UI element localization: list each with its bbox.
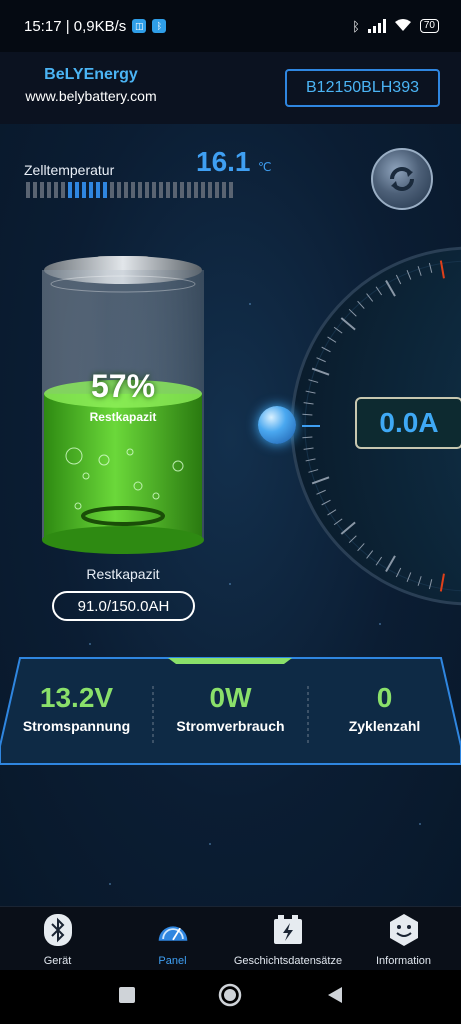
temperature-segment xyxy=(131,182,135,198)
temperature-segment xyxy=(201,182,205,198)
nav-label: Geschichtsdatensätze xyxy=(233,955,343,967)
battery-capacity-value: 91.0/150.0AH xyxy=(52,591,195,621)
nav-item-geraet[interactable]: Gerät xyxy=(0,907,115,971)
bluetooth-status-icon: ᛒ xyxy=(352,18,360,34)
battery-percent-label: Restkapazit xyxy=(89,410,157,424)
nav-item-information[interactable]: Information xyxy=(346,907,461,971)
temperature-segment xyxy=(229,182,233,198)
temperature-segment xyxy=(187,182,191,198)
battery-history-icon xyxy=(271,913,305,947)
temperature-segment xyxy=(82,182,86,198)
gauge-needle-knob xyxy=(258,406,296,444)
temperature-segment xyxy=(110,182,114,198)
signal-icon xyxy=(367,19,386,33)
battery-capacity-label: Restkapazit xyxy=(86,566,160,582)
gauge-tick xyxy=(302,436,313,439)
info-face-icon xyxy=(387,913,421,947)
voltage-value: 13.2V xyxy=(39,682,114,713)
current-readout: 0.0A xyxy=(355,397,461,449)
bottom-nav: Gerät Panel Geschichtsdatensätze Informa… xyxy=(0,906,461,970)
temperature-segment xyxy=(152,182,156,198)
nav-item-history[interactable]: Geschichtsdatensätze xyxy=(230,907,346,971)
temperature-segment xyxy=(96,182,100,198)
nav-item-panel[interactable]: Panel xyxy=(115,907,230,971)
temperature-label: Zelltemperatur xyxy=(24,162,115,178)
battery-percent: 57% xyxy=(90,368,156,404)
temperature-segment xyxy=(166,182,170,198)
temperature-segment xyxy=(61,182,65,198)
temperature-segment xyxy=(103,182,107,198)
back-button[interactable] xyxy=(326,986,344,1009)
voltage-label: Stromspannung xyxy=(22,718,131,734)
app-header: BeLYEnergy www.belybattery.com B12150BLH… xyxy=(0,52,461,124)
temperature-segment xyxy=(33,182,37,198)
temperature-segment xyxy=(194,182,198,198)
temperature-segment xyxy=(138,182,142,198)
temperature-segment xyxy=(173,182,177,198)
temperature-segment xyxy=(215,182,219,198)
brand-url[interactable]: www.belybattery.com xyxy=(18,88,164,104)
status-time: 15:17 | 0,9KB/s xyxy=(24,17,127,35)
brand-name: BeLYEnergy xyxy=(44,66,138,83)
device-id-button[interactable]: B12150BLH393 xyxy=(285,69,440,107)
battery-level-graphic xyxy=(42,256,204,554)
temperature-segment xyxy=(75,182,79,198)
temperature-segment xyxy=(89,182,93,198)
temperature-segment xyxy=(145,182,149,198)
recent-apps-button[interactable] xyxy=(118,986,136,1009)
brand: BeLYEnergy www.belybattery.com xyxy=(18,66,164,104)
temperature-segment xyxy=(26,182,30,198)
temperature-value: 16.1 xyxy=(196,146,251,177)
dashboard-panel: Zelltemperatur 16.1 ℃ 0.0A 57% Restkapaz… xyxy=(0,124,461,906)
cycles-label: Zyklenzahl xyxy=(348,718,421,734)
power-value: 0W xyxy=(209,682,252,713)
refresh-button[interactable] xyxy=(371,148,433,210)
temperature-segment xyxy=(47,182,51,198)
wifi-icon xyxy=(394,18,412,35)
home-button[interactable] xyxy=(218,983,242,1012)
refresh-icon xyxy=(390,167,414,191)
temperature-segment xyxy=(159,182,163,198)
app-notification-icon: ◫ xyxy=(132,19,147,33)
temperature-segment xyxy=(54,182,58,198)
system-nav-bar xyxy=(0,970,461,1024)
cycles-value: 0 xyxy=(376,682,393,713)
status-bar: 15:17 | 0,9KB/s ◫ ᛒ ᛒ 70 xyxy=(0,0,461,52)
power-label: Stromverbrauch xyxy=(176,718,285,734)
temperature-segment xyxy=(208,182,212,198)
speedometer-icon xyxy=(156,913,190,947)
temperature-segment xyxy=(124,182,128,198)
battery-status-icon: 70 xyxy=(419,19,439,33)
bluetooth-notification-icon: ᛒ xyxy=(152,19,167,33)
bluetooth-icon xyxy=(41,913,75,947)
temperature-unit: ℃ xyxy=(258,160,272,174)
nav-label: Panel xyxy=(158,955,187,967)
temperature-segment xyxy=(117,182,121,198)
home-circle-icon xyxy=(218,983,242,1007)
square-icon xyxy=(119,987,135,1003)
back-triangle-icon xyxy=(328,987,342,1003)
nav-label: Information xyxy=(375,955,432,967)
temperature-segment xyxy=(180,182,184,198)
temperature-bar xyxy=(26,182,233,198)
temperature-segment xyxy=(222,182,226,198)
temperature-segment xyxy=(68,182,72,198)
nav-label: Gerät xyxy=(43,955,72,967)
gauge-tick xyxy=(302,413,313,416)
temperature-segment xyxy=(40,182,44,198)
